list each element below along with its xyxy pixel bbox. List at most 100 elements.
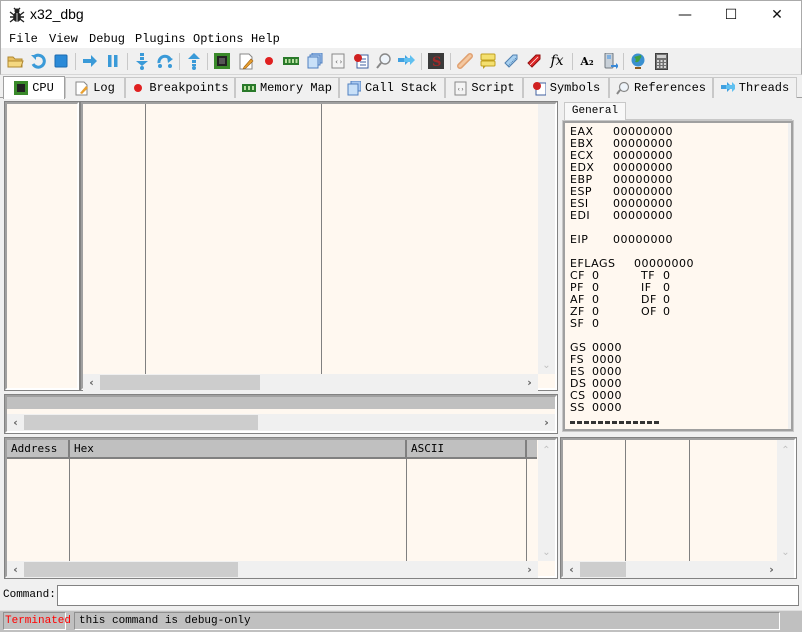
scroll-thumb[interactable] [24, 415, 258, 430]
menu-file[interactable]: File [9, 32, 38, 46]
scroll-thumb[interactable] [100, 375, 260, 390]
dump-hscroll[interactable]: ‹ › [7, 561, 538, 578]
tab-bar: CPU Log Breakpoints Memory Map Call Stac… [0, 76, 802, 99]
calls-icon[interactable] [601, 52, 619, 70]
tab-symbols[interactable]: Symbols [523, 77, 609, 98]
restart-icon[interactable] [29, 52, 47, 70]
homepage-icon[interactable] [629, 52, 647, 70]
menu-help[interactable]: Help [251, 32, 280, 46]
column-divider [689, 440, 690, 561]
breakpoints-icon[interactable] [260, 52, 278, 70]
scroll-left-icon[interactable]: ‹ [7, 414, 24, 431]
menu-bar: File View Debug Plugins Options Help [0, 30, 802, 48]
memory-map-icon[interactable] [282, 52, 300, 70]
info-hscroll[interactable]: ‹ › [7, 414, 555, 431]
strings-icon[interactable]: A₂ [578, 52, 596, 70]
comments-icon[interactable] [479, 52, 497, 70]
register-edi-name: EDI [570, 209, 591, 222]
flag-of-value[interactable]: 0 [663, 305, 671, 318]
symbols-icon[interactable] [352, 52, 370, 70]
bookmarks-icon[interactable] [525, 52, 543, 70]
tab-references[interactable]: References [609, 77, 713, 98]
scroll-left-icon[interactable]: ‹ [83, 374, 100, 391]
symbols-icon [532, 81, 546, 95]
menu-options[interactable]: Options [193, 32, 243, 46]
tab-call-stack[interactable]: Call Stack [339, 77, 445, 98]
pause-icon[interactable] [104, 52, 122, 70]
tab-threads[interactable]: Threads [713, 77, 797, 98]
column-header-hex[interactable]: Hex [70, 440, 407, 459]
execute-till-return-icon[interactable] [185, 52, 203, 70]
tab-cpu[interactable]: CPU [3, 76, 65, 99]
disassembly-vscroll[interactable]: ⌄ [538, 104, 555, 374]
log-icon[interactable] [237, 52, 255, 70]
registers-pane[interactable]: EAX 00000000 EBX 00000000 ECX 00000000 EDX 0000… [562, 120, 794, 432]
step-over-icon[interactable] [156, 52, 174, 70]
scroll-up-icon[interactable]: ⌃ [777, 442, 794, 459]
scroll-down-icon[interactable]: ⌄ [538, 357, 555, 374]
dump-vscroll[interactable]: ⌃ ⌄ [538, 440, 555, 561]
scroll-down-icon[interactable]: ⌄ [538, 544, 555, 561]
column-header-ascii[interactable]: ASCII [407, 440, 527, 459]
flag-sf-value[interactable]: 0 [592, 317, 600, 330]
tab-label: Memory Map [259, 81, 332, 95]
scroll-up-icon[interactable]: ⌃ [538, 442, 555, 459]
references-icon[interactable] [375, 52, 393, 70]
stop-icon[interactable] [52, 52, 70, 70]
threads-icon [720, 81, 735, 95]
scroll-right-icon[interactable]: › [521, 561, 538, 578]
scroll-thumb[interactable] [580, 562, 626, 577]
info-header [7, 397, 555, 409]
scroll-left-icon[interactable]: ‹ [563, 561, 580, 578]
close-button[interactable]: ✕ [754, 0, 800, 30]
register-edi-value[interactable]: 00000000 [613, 209, 673, 222]
segment-ss-value[interactable]: 0000 [592, 401, 622, 414]
menu-view[interactable]: View [49, 32, 78, 46]
step-into-icon[interactable] [133, 52, 151, 70]
calculator-icon[interactable] [652, 52, 670, 70]
tab-memory-map[interactable]: Memory Map [235, 77, 339, 98]
register-eip-value[interactable]: 00000000 [613, 233, 673, 246]
call-stack-icon [347, 80, 361, 95]
command-input[interactable] [57, 585, 799, 606]
maximize-button[interactable]: ☐ [708, 0, 754, 30]
toolbar-separator [450, 53, 451, 70]
tab-script[interactable]: ‹› Script [445, 77, 523, 98]
stack-pane[interactable]: ⌃ ⌄ ‹ › [560, 437, 797, 579]
scroll-right-icon[interactable]: › [521, 374, 538, 391]
threads-icon[interactable] [398, 52, 416, 70]
registers-vscroll[interactable] [788, 123, 791, 429]
cpu-icon[interactable] [213, 52, 231, 70]
disassembly-pane[interactable]: ⌄ ‹ › [80, 101, 558, 391]
info-pane[interactable]: ‹ › [4, 394, 558, 434]
scroll-left-icon[interactable]: ‹ [7, 561, 24, 578]
menu-debug[interactable]: Debug [89, 32, 125, 46]
strings-glyph: A₂ [580, 54, 594, 68]
script-icon: ‹› [453, 81, 467, 95]
patches-icon[interactable] [456, 52, 474, 70]
memory-map-icon [241, 81, 256, 95]
functions-glyph: fx [550, 53, 564, 69]
call-stack-icon[interactable] [306, 52, 324, 70]
tab-label: Log [93, 81, 115, 95]
script-icon[interactable]: ‹› [329, 52, 347, 70]
scylla-icon[interactable]: S [427, 52, 445, 70]
registers-tab-general[interactable]: General [564, 102, 626, 120]
open-icon[interactable] [6, 52, 24, 70]
scroll-right-icon[interactable]: › [763, 561, 780, 578]
scroll-thumb[interactable] [24, 562, 238, 577]
disassembly-hscroll[interactable]: ‹ › [83, 374, 538, 391]
tab-breakpoints[interactable]: Breakpoints [125, 77, 235, 98]
dump-pane[interactable]: Address Hex ASCII ⌃ ⌄ ‹ › [4, 437, 558, 579]
minimize-button[interactable]: — [662, 0, 708, 30]
stack-hscroll[interactable]: ‹ › [563, 561, 794, 578]
column-header-address[interactable]: Address [7, 440, 70, 459]
run-icon[interactable] [81, 52, 99, 70]
menu-plugins[interactable]: Plugins [135, 32, 185, 46]
stack-vscroll[interactable]: ⌃ ⌄ [777, 440, 794, 561]
functions-icon[interactable]: fx [547, 52, 567, 70]
tab-log[interactable]: Log [65, 77, 125, 98]
scroll-right-icon[interactable]: › [538, 414, 555, 431]
labels-icon[interactable] [502, 52, 520, 70]
scroll-down-icon[interactable]: ⌄ [777, 544, 794, 561]
